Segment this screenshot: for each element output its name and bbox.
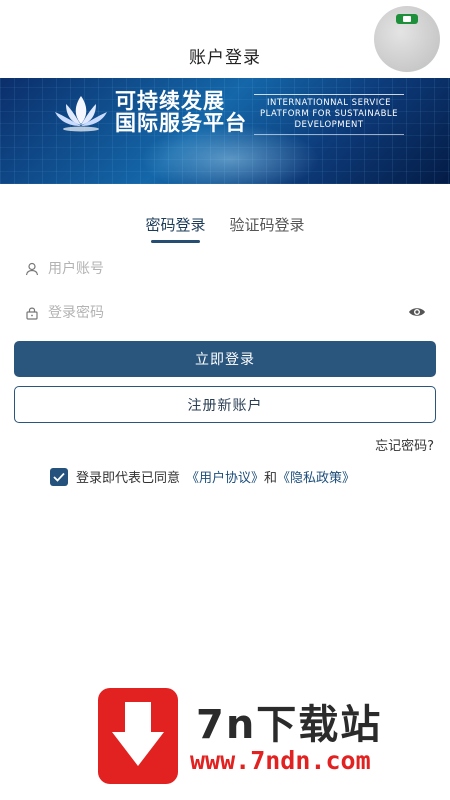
page-title: 账户登录 <box>189 48 261 68</box>
user-agreement-link[interactable]: 《用户协议》 <box>186 467 264 486</box>
checkmark-icon <box>53 472 65 482</box>
floating-assist-ball[interactable] <box>374 6 440 72</box>
watermark-url: www.7ndn.com <box>190 746 371 775</box>
username-field <box>24 254 434 284</box>
app-header: 账户登录 <box>0 0 450 78</box>
banner-english-title: INTERNATIONNAL SERVICE PLATFORM FOR SUST… <box>254 94 404 135</box>
password-input[interactable] <box>48 305 434 321</box>
banner-en-line2: PLATFORM FOR SUSTAINABLE <box>259 109 399 119</box>
register-button[interactable]: 注册新账户 <box>14 386 436 423</box>
login-tabs: 密码登录 验证码登录 <box>0 214 450 243</box>
platform-banner: 可持续发展 国际服务平台 INTERNATIONNAL SERVICE PLAT… <box>0 78 450 184</box>
tab-code-login[interactable]: 验证码登录 <box>230 214 305 241</box>
lotus-logo-icon <box>55 96 107 132</box>
watermark: 7n下载站 www.7ndn.com <box>98 688 428 784</box>
banner-cn-line2: 国际服务平台 <box>115 111 247 135</box>
banner-en-line1: INTERNATIONNAL SERVICE <box>266 98 392 108</box>
banner-en-line3: DEVELOPMENT <box>294 120 364 130</box>
eye-icon[interactable] <box>408 305 426 319</box>
username-input[interactable] <box>48 261 434 277</box>
download-logo-icon <box>98 688 178 784</box>
tab-password-login[interactable]: 密码登录 <box>145 214 206 243</box>
login-button[interactable]: 立即登录 <box>14 341 436 377</box>
privacy-policy-link[interactable]: 《隐私政策》 <box>277 467 355 486</box>
agreement-and: 和 <box>264 471 278 486</box>
lock-icon <box>24 305 40 321</box>
banner-chinese-title: 可持续发展 国际服务平台 <box>115 90 247 134</box>
battery-icon <box>396 14 418 24</box>
agreement-checkbox[interactable] <box>50 467 68 486</box>
user-icon <box>24 261 40 277</box>
password-field <box>24 298 434 328</box>
watermark-text: 7n下载站 <box>196 702 383 748</box>
agreement-prefix: 登录即代表已同意 <box>76 471 181 486</box>
agreement-row: 登录即代表已同意 《用户协议》 和 《隐私政策》 <box>50 467 355 486</box>
forgot-password-link[interactable]: 忘记密码? <box>375 435 434 454</box>
banner-cn-line1: 可持续发展 <box>115 89 225 113</box>
